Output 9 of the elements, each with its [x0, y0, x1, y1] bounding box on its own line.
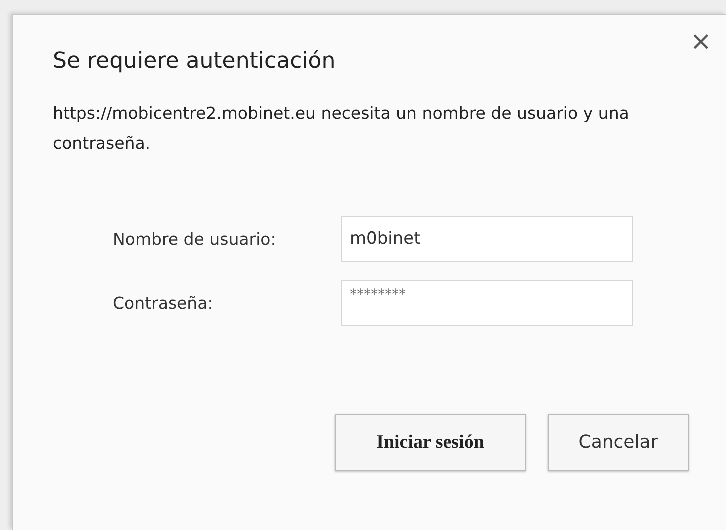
dialog-message: https://mobicentre2.mobinet.eu necesita un nombre de usuario y una contraseña. — [53, 103, 630, 155]
sign-in-button[interactable]: Iniciar sesión — [335, 414, 526, 471]
dialog-title: Se requiere autenticación — [53, 49, 337, 74]
field-label: Nombre de usuario: — [112, 230, 276, 248]
field-label: Contraseña: — [112, 294, 214, 312]
cancel-button[interactable]: Cancelar — [548, 414, 689, 471]
close-button[interactable]: × — [686, 29, 716, 55]
password-field[interactable]: ******** — [341, 280, 633, 326]
username-field[interactable]: m0binet — [341, 216, 633, 262]
